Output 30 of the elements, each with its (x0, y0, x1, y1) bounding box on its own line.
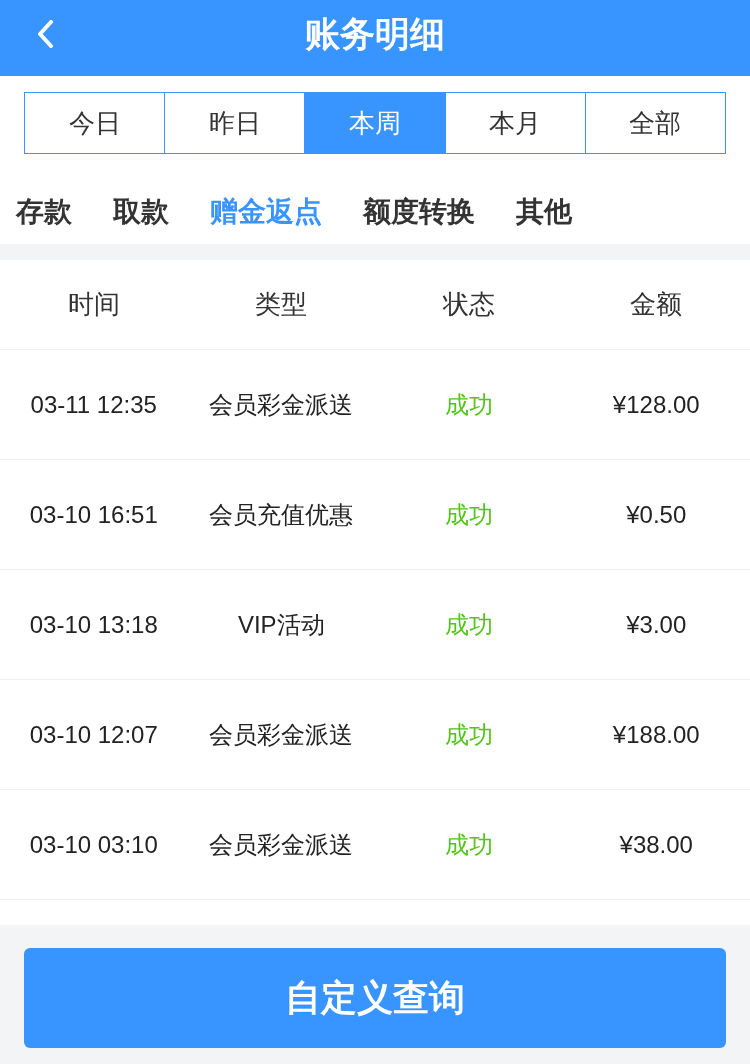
time-cell-text: 03-10 03:10 (29, 829, 158, 860)
status-cell-text: 成功 (444, 389, 493, 420)
type-cell-text: 会员彩金派送 (209, 829, 354, 860)
chevron-left-icon (36, 20, 54, 48)
amount-cell-text: ¥3.00 (626, 609, 687, 640)
column-header: 时间 (67, 288, 120, 321)
time-cell-text: 03-11 12:35 (30, 389, 157, 420)
category-tab[interactable]: 存款 (16, 198, 72, 226)
status-cell-text: 成功 (444, 719, 493, 750)
type-cell-text: 会员充值优惠 (209, 499, 354, 530)
amount-cell-text: ¥38.00 (619, 829, 693, 860)
status-cell-text: 成功 (444, 829, 493, 860)
type-cell-text: 会员彩金派送 (209, 389, 354, 420)
time-cell-text: 03-10 12:07 (29, 719, 158, 750)
time-cell-text: 03-10 13:18 (29, 609, 158, 640)
column-header: 状态 (442, 288, 495, 321)
page-title: 账务明细 (305, 15, 445, 51)
status-cell-text: 成功 (444, 499, 493, 530)
column-header: 金额 (630, 288, 683, 321)
type-cell-text: 会员彩金派送 (209, 719, 354, 750)
amount-cell-text: ¥0.50 (626, 499, 687, 530)
category-tab[interactable]: 取款 (113, 198, 169, 226)
status-cell-text: 成功 (444, 609, 493, 640)
category-tab[interactable]: 额度转换 (363, 198, 475, 226)
time-cell-text: 03-10 16:51 (29, 499, 158, 530)
type-cell-text: VIP活动 (237, 609, 325, 640)
amount-cell-text: ¥188.00 (612, 719, 700, 750)
category-tab[interactable]: 其他 (516, 198, 572, 226)
amount-cell-text: ¥128.00 (612, 389, 700, 420)
column-header: 类型 (255, 288, 308, 321)
